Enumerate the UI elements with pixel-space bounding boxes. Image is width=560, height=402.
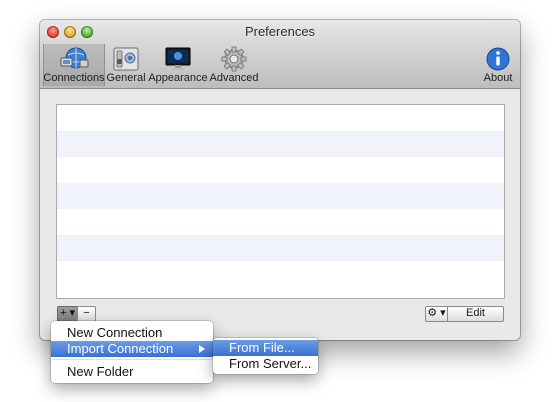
menu-item-new-folder[interactable]: New Folder <box>51 364 213 380</box>
toolbar-appearance[interactable]: Appearance <box>148 44 208 86</box>
title-bar: Preferences Connections General Appearan… <box>40 20 520 89</box>
toolbar-advanced-label: Advanced <box>209 72 259 84</box>
preferences-window: Preferences Connections General Appearan… <box>40 20 520 340</box>
switch-panel-icon <box>113 47 139 71</box>
list-row[interactable] <box>57 105 504 131</box>
window-title: Preferences <box>244 24 316 39</box>
menu-item-import-connection[interactable]: Import Connection <box>51 341 213 357</box>
add-menu: New Connection Import Connection New Fol… <box>51 321 213 383</box>
toolbar-connections-label: Connections <box>43 72 105 84</box>
toolbar-connections[interactable]: Connections <box>43 44 105 86</box>
action-gear-button[interactable]: ⚙ ▾ <box>425 306 448 322</box>
submenu-arrow-icon <box>199 345 205 353</box>
monitor-icon <box>165 47 191 70</box>
list-row[interactable] <box>57 235 504 261</box>
toolbar-about-label: About <box>483 72 513 84</box>
network-globe-icon <box>60 47 89 69</box>
edit-button[interactable]: Edit <box>447 306 504 322</box>
info-icon <box>486 47 510 71</box>
import-submenu: From File... From Server... <box>213 338 318 374</box>
list-row[interactable] <box>57 183 504 209</box>
menu-separator <box>52 359 212 360</box>
toolbar-about[interactable]: About <box>480 44 516 86</box>
menu-item-new-connection[interactable]: New Connection <box>51 325 213 341</box>
list-row[interactable] <box>57 157 504 183</box>
toolbar-general[interactable]: General <box>106 44 146 86</box>
add-button[interactable]: + ▾ <box>57 306 78 322</box>
list-row[interactable] <box>57 209 504 235</box>
connections-list[interactable] <box>56 104 505 299</box>
remove-button[interactable]: − <box>77 306 96 322</box>
toolbar-advanced[interactable]: Advanced <box>209 44 259 86</box>
list-row[interactable] <box>57 261 504 287</box>
toolbar-general-label: General <box>106 72 146 84</box>
toolbar-appearance-label: Appearance <box>148 72 208 84</box>
menu-item-from-file[interactable]: From File... <box>213 340 318 356</box>
gear-icon <box>221 46 247 72</box>
menu-item-import-connection-label: Import Connection <box>67 341 174 356</box>
list-row[interactable] <box>57 131 504 157</box>
menu-item-from-server[interactable]: From Server... <box>213 356 318 372</box>
